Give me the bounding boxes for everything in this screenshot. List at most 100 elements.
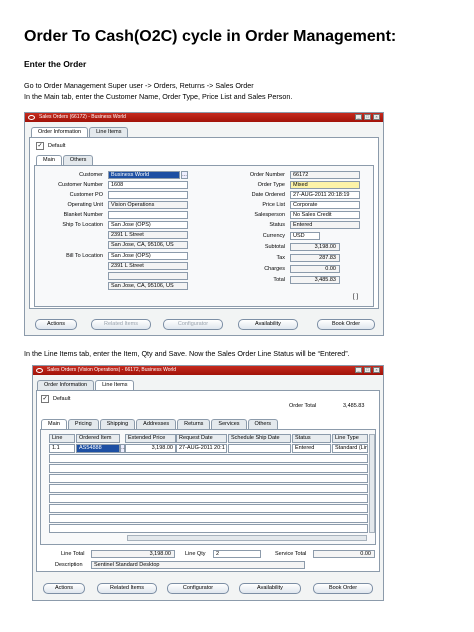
table-row[interactable] bbox=[49, 514, 368, 523]
tab-line-items[interactable]: Line Items bbox=[89, 127, 129, 137]
tab-returns[interactable]: Returns bbox=[177, 419, 211, 429]
maximize-icon[interactable]: □ bbox=[364, 114, 371, 120]
bill-address-city: San Jose, CA, 95106, US bbox=[108, 282, 188, 290]
window-title: Sales Orders (Vision Operations) - 66172… bbox=[47, 367, 177, 373]
tab-services[interactable]: Services bbox=[211, 419, 247, 429]
line-qty-field[interactable]: 2 bbox=[213, 550, 261, 558]
tab-addresses[interactable]: Addresses bbox=[136, 419, 177, 429]
main-tab-panel: Customer Business World … Customer Numbe… bbox=[34, 165, 374, 307]
status-label: Status bbox=[269, 222, 285, 228]
customer-field[interactable]: Business World bbox=[108, 171, 180, 179]
vertical-scrollbar[interactable] bbox=[369, 434, 375, 533]
column-header-line-type: Line Type bbox=[332, 434, 368, 443]
tab-line-items[interactable]: Line Items bbox=[95, 380, 135, 390]
minimize-icon[interactable]: _ bbox=[355, 367, 362, 373]
customer-po-label: Customer PO bbox=[69, 192, 103, 198]
table-row-extended-price[interactable]: 3,198.00 bbox=[125, 444, 176, 453]
table-row[interactable] bbox=[49, 484, 368, 493]
book-order-button[interactable]: Book Order bbox=[317, 319, 375, 330]
description-field: Sentinel Standard Desktop bbox=[91, 561, 305, 569]
price-list-label: Price List bbox=[262, 202, 285, 208]
tab-others[interactable]: Others bbox=[247, 419, 279, 429]
tab-pricing[interactable]: Pricing bbox=[67, 419, 99, 429]
page-title: Order To Cash(O2C) cycle in Order Manage… bbox=[24, 28, 397, 45]
blanket-number-field[interactable] bbox=[108, 211, 188, 219]
table-row-line-type[interactable]: Standard (Line bbox=[332, 444, 368, 453]
outer-tabs: Order Information Line Items bbox=[37, 380, 135, 390]
date-ordered-label: Date Ordered bbox=[251, 192, 285, 198]
actions-button[interactable]: Actions bbox=[35, 319, 77, 330]
table-row[interactable] bbox=[49, 454, 368, 463]
line-total-label: Line Total bbox=[61, 551, 85, 557]
currency-field[interactable]: USD bbox=[290, 232, 320, 240]
default-label: Default bbox=[48, 143, 66, 149]
order-type-field[interactable]: Mixed bbox=[290, 181, 360, 189]
maximize-icon[interactable]: □ bbox=[364, 367, 371, 373]
date-ordered-field[interactable]: 27-AUG-2011 20:18:19 bbox=[290, 191, 360, 199]
price-list-field[interactable]: Corporate bbox=[290, 201, 360, 209]
horizontal-scrollbar[interactable] bbox=[127, 535, 367, 541]
column-header-extended-price: Extended Price bbox=[125, 434, 176, 443]
bill-to-label: Bill To Location bbox=[66, 253, 103, 259]
bill-address-line-2 bbox=[108, 272, 188, 280]
close-icon[interactable]: × bbox=[373, 114, 380, 120]
actions-button[interactable]: Actions bbox=[43, 583, 85, 594]
tab-main[interactable]: Main bbox=[41, 419, 67, 429]
window-controls: _ □ × bbox=[355, 367, 380, 373]
inner-tabs: Main Pricing Shipping Addresses Returns … bbox=[41, 419, 279, 429]
field-indicator[interactable]: [ ] bbox=[353, 294, 358, 300]
window-title: Sales Orders (66172) - Business World bbox=[39, 114, 126, 120]
bill-to-field[interactable]: San Jose (OPS) bbox=[108, 252, 188, 260]
window-titlebar: Sales Orders (66172) - Business World _ … bbox=[25, 113, 383, 122]
operating-unit-field[interactable]: Vision Operations bbox=[108, 201, 188, 209]
table-row[interactable] bbox=[49, 504, 368, 513]
oracle-icon bbox=[36, 368, 43, 373]
operating-unit-label: Operating Unit bbox=[67, 202, 103, 208]
tab-others[interactable]: Others bbox=[62, 155, 94, 165]
table-row[interactable] bbox=[49, 474, 368, 483]
order-type-label: Order Type bbox=[257, 182, 285, 188]
minimize-icon[interactable]: _ bbox=[355, 114, 362, 120]
table-row-line[interactable]: 1.1 bbox=[49, 444, 75, 453]
tab-order-information[interactable]: Order Information bbox=[31, 127, 89, 137]
close-icon[interactable]: × bbox=[373, 367, 380, 373]
charges-field: 0.00 bbox=[290, 265, 340, 273]
tab-main[interactable]: Main bbox=[36, 155, 62, 165]
subtotal-label: Subtotal bbox=[264, 244, 285, 250]
default-checkbox[interactable]: ✓ bbox=[41, 395, 49, 403]
customer-number-label: Customer Number bbox=[58, 182, 103, 188]
availability-button[interactable]: Availability bbox=[238, 319, 298, 330]
tab-shipping[interactable]: Shipping bbox=[99, 419, 136, 429]
outer-tabs: Order Information Line Items bbox=[31, 127, 129, 137]
configurator-button[interactable]: Configurator bbox=[167, 583, 229, 594]
default-checkbox[interactable]: ✓ bbox=[36, 142, 44, 150]
customer-number-field[interactable]: 1608 bbox=[108, 181, 188, 189]
sales-order-window-main: Sales Orders (66172) - Business World _ … bbox=[24, 112, 384, 336]
configurator-button[interactable]: Configurator bbox=[163, 319, 223, 330]
related-items-button[interactable]: Related Items bbox=[91, 319, 151, 330]
oracle-icon bbox=[28, 115, 35, 120]
table-row[interactable] bbox=[49, 464, 368, 473]
table-row[interactable] bbox=[49, 494, 368, 503]
total-field: 3,485.83 bbox=[290, 276, 340, 284]
order-info-panel: ✓ Default Main Others Customer Business … bbox=[29, 137, 379, 309]
availability-button[interactable]: Availability bbox=[239, 583, 301, 594]
table-row[interactable] bbox=[49, 524, 368, 533]
description-label: Description bbox=[55, 562, 83, 568]
related-items-button[interactable]: Related Items bbox=[97, 583, 157, 594]
table-row-request-date[interactable]: 27-AUG-2011 20:1 bbox=[176, 444, 227, 453]
column-header-request-date: Request Date bbox=[176, 434, 227, 443]
salesperson-field[interactable]: No Sales Credit bbox=[290, 211, 360, 219]
column-header-ordered-item: Ordered Item bbox=[76, 434, 120, 443]
table-row-ordered-item[interactable]: AS54888 bbox=[76, 444, 120, 453]
ship-to-field[interactable]: San Jose (OPS) bbox=[108, 221, 188, 229]
table-row-status[interactable]: Entered bbox=[292, 444, 331, 453]
table-row-schedule-ship-date[interactable] bbox=[228, 444, 291, 453]
ship-address-line: 2391 L Street bbox=[108, 231, 188, 239]
column-header-status: Status bbox=[292, 434, 331, 443]
lov-icon[interactable]: … bbox=[181, 171, 188, 179]
order-number-field: 66172 bbox=[290, 171, 360, 179]
tab-order-information[interactable]: Order Information bbox=[37, 380, 95, 390]
book-order-button[interactable]: Book Order bbox=[313, 583, 373, 594]
customer-po-field[interactable] bbox=[108, 191, 188, 199]
